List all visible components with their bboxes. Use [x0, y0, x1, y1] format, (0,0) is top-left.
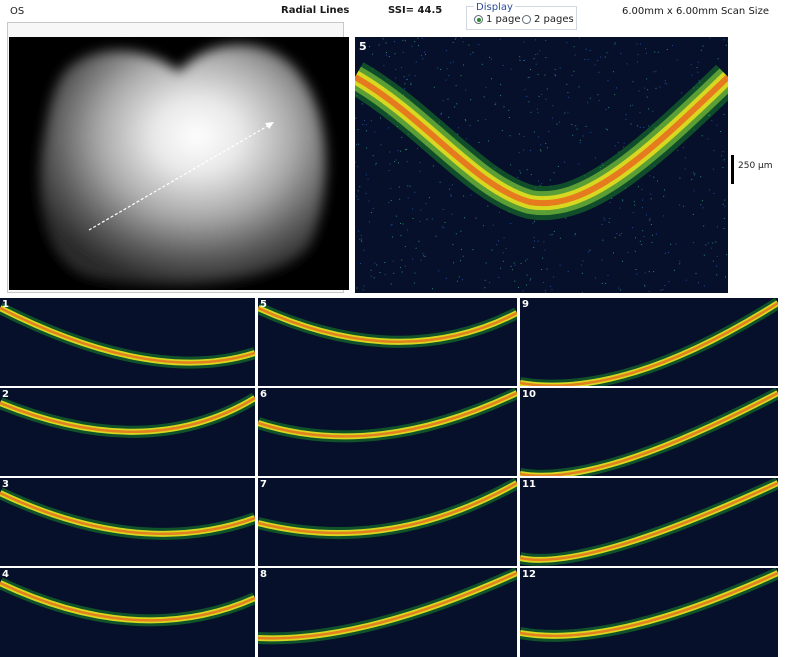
thumbnail-label: 6 [260, 389, 267, 400]
thumbnail-label: 4 [2, 569, 9, 580]
eye-label: OS [10, 6, 25, 17]
thumbnail-scan[interactable]: 3 [0, 478, 255, 566]
main-scan-label: 5 [359, 40, 367, 53]
ssi-label: SSI= 44.5 [388, 5, 443, 16]
thumbnail-scan[interactable]: 7 [258, 478, 517, 566]
radio-unchecked-icon[interactable] [522, 15, 531, 24]
thumbnail-scan[interactable]: 4 [0, 568, 255, 657]
display-option-1-page[interactable]: 1 page [474, 14, 521, 25]
thumbnail-scan[interactable]: 10 [520, 388, 778, 476]
scan-type-label: Radial Lines [281, 5, 350, 16]
thumbnail-scan[interactable]: 6 [258, 388, 517, 476]
thumbnail-scan[interactable]: 12 [520, 568, 778, 657]
thumbnail-label: 11 [522, 479, 536, 490]
fundus-image[interactable] [9, 37, 349, 290]
scale-bar [731, 155, 734, 184]
thumbnail-label: 1 [2, 299, 9, 310]
thumbnail-scan[interactable]: 11 [520, 478, 778, 566]
main-oct-scan[interactable]: 5 [355, 37, 728, 293]
display-title: Display [474, 2, 515, 13]
display-option-2-pages[interactable]: 2 pages [522, 14, 574, 25]
scale-label: 250 µm [738, 161, 773, 171]
display-option-label: 2 pages [534, 14, 574, 25]
thumbnail-label: 12 [522, 569, 536, 580]
thumbnail-label: 7 [260, 479, 267, 490]
thumbnail-label: 5 [260, 299, 267, 310]
thumbnail-scan[interactable]: 2 [0, 388, 255, 476]
thumbnail-label: 9 [522, 299, 529, 310]
thumbnail-scan[interactable]: 5 [258, 298, 517, 386]
thumbnail-label: 10 [522, 389, 536, 400]
thumbnail-label: 2 [2, 389, 9, 400]
thumbnail-scan[interactable]: 8 [258, 568, 517, 657]
thumbnail-scan[interactable]: 1 [0, 298, 255, 386]
display-option-label: 1 page [486, 14, 521, 25]
thumbnail-scan[interactable]: 9 [520, 298, 778, 386]
scan-size-label: 6.00mm x 6.00mm Scan Size [622, 6, 769, 17]
thumbnail-label: 8 [260, 569, 267, 580]
radio-checked-icon[interactable] [474, 15, 483, 24]
thumbnail-label: 3 [2, 479, 9, 490]
